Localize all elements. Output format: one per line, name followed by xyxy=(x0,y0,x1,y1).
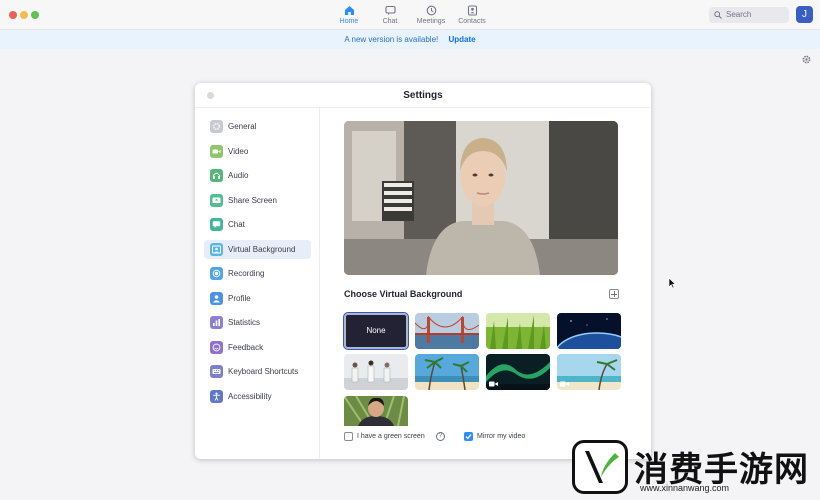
tab-contacts-label: Contacts xyxy=(458,18,486,25)
update-link[interactable]: Update xyxy=(448,35,475,44)
mouse-cursor-icon xyxy=(668,277,676,289)
mirror-video-checkbox[interactable] xyxy=(464,432,473,441)
sidebar-item-accessibility[interactable]: Accessibility xyxy=(204,387,311,406)
sidebar-item-audio[interactable]: Audio xyxy=(204,166,311,185)
search-icon xyxy=(714,11,722,19)
profile-icon xyxy=(210,292,223,305)
sidebar-item-label: Profile xyxy=(228,294,251,303)
sidebar-item-share-screen[interactable]: Share Screen xyxy=(204,191,311,210)
sidebar-item-virtual-background[interactable]: Virtual Background xyxy=(204,240,311,259)
sidebar-item-feedback[interactable]: Feedback xyxy=(204,338,311,357)
headphones-icon xyxy=(210,169,223,182)
background-none[interactable]: None xyxy=(344,313,408,349)
background-grass[interactable] xyxy=(486,313,550,349)
tab-chat-label: Chat xyxy=(382,18,398,25)
sidebar-item-recording[interactable]: Recording xyxy=(204,264,311,283)
gear-icon[interactable] xyxy=(802,55,811,64)
sidebar-item-general[interactable]: General xyxy=(204,117,311,136)
title-bar: Home Chat Meetings Contacts Search J xyxy=(0,0,820,30)
video-icon xyxy=(489,381,498,387)
help-icon[interactable]: ? xyxy=(436,432,445,441)
tab-meetings[interactable]: Meetings xyxy=(409,5,453,25)
tab-meetings-label: Meetings xyxy=(416,18,446,25)
sidebar-item-label: Statistics xyxy=(228,318,261,327)
tab-contacts[interactable]: Contacts xyxy=(450,5,494,25)
search-placeholder: Search xyxy=(726,10,752,19)
green-screen-checkbox[interactable] xyxy=(344,432,353,441)
watermark-url: www.xinnanwang.com xyxy=(640,483,730,493)
contacts-icon xyxy=(467,5,477,16)
update-message: A new version is available! xyxy=(344,35,439,44)
choose-background-heading: Choose Virtual Background xyxy=(344,289,463,299)
sidebar-item-label: Chat xyxy=(228,220,245,229)
sidebar-item-label: Recording xyxy=(228,269,265,278)
sidebar-item-profile[interactable]: Profile xyxy=(204,289,311,308)
background-person-portrait[interactable] xyxy=(344,396,408,426)
checkmark-icon xyxy=(465,434,472,440)
sidebar-item-label: General xyxy=(228,122,257,131)
background-aurora[interactable] xyxy=(486,354,550,390)
sidebar-item-keyboard-shortcuts[interactable]: Keyboard Shortcuts xyxy=(204,362,311,381)
tab-home[interactable]: Home xyxy=(327,5,371,25)
sidebar-item-label: Video xyxy=(228,147,249,156)
background-beach-palms[interactable] xyxy=(415,354,479,390)
close-window-button[interactable] xyxy=(9,11,17,19)
add-background-button[interactable] xyxy=(609,289,619,299)
settings-sidebar: General Video Audio Share Screen Chat Vi… xyxy=(195,108,320,459)
background-tropical-beach[interactable] xyxy=(557,354,621,390)
home-icon xyxy=(344,6,354,15)
mirror-video-label: Mirror my video xyxy=(477,433,526,440)
video-preview xyxy=(344,121,618,275)
statistics-icon xyxy=(210,316,223,329)
recording-icon xyxy=(210,267,223,280)
background-earth-from-space[interactable] xyxy=(557,313,621,349)
avatar[interactable]: J xyxy=(796,6,813,23)
sidebar-item-label: Virtual Background xyxy=(228,245,296,254)
tab-home-label: Home xyxy=(339,18,359,25)
watermark-logo xyxy=(572,440,628,494)
video-icon xyxy=(210,145,223,158)
settings-title: Settings xyxy=(403,90,443,101)
tab-chat[interactable]: Chat xyxy=(368,5,412,25)
sidebar-item-label: Audio xyxy=(228,171,249,180)
minimize-window-button[interactable] xyxy=(20,11,28,19)
background-golden-gate-bridge[interactable] xyxy=(415,313,479,349)
update-banner: A new version is available! Update xyxy=(0,30,820,49)
share-screen-icon xyxy=(210,194,223,207)
sidebar-item-statistics[interactable]: Statistics xyxy=(204,313,311,332)
video-icon xyxy=(560,381,569,387)
background-office-people[interactable] xyxy=(344,354,408,390)
keyboard-icon xyxy=(210,365,223,378)
sidebar-item-label: Keyboard Shortcuts xyxy=(228,367,299,376)
sidebar-item-label: Accessibility xyxy=(228,392,272,401)
settings-window: Settings General Video Audio Share Scree… xyxy=(195,83,651,459)
clock-icon xyxy=(426,5,436,16)
virtual-background-panel: Choose Virtual Background None I have a … xyxy=(321,108,651,459)
green-screen-label: I have a green screen xyxy=(357,433,425,440)
settings-header: Settings xyxy=(195,83,651,108)
virtual-background-icon xyxy=(210,243,223,256)
gear-icon xyxy=(210,120,223,133)
feedback-icon xyxy=(210,341,223,354)
sidebar-item-label: Feedback xyxy=(228,343,264,352)
search-input[interactable]: Search xyxy=(709,7,789,23)
zoom-window-button[interactable] xyxy=(31,11,39,19)
chat-bubble-icon xyxy=(210,218,223,231)
sidebar-item-video[interactable]: Video xyxy=(204,142,311,161)
sidebar-item-chat[interactable]: Chat xyxy=(204,215,311,234)
chat-icon xyxy=(384,5,396,15)
sidebar-item-label: Share Screen xyxy=(228,196,277,205)
accessibility-icon xyxy=(210,390,223,403)
